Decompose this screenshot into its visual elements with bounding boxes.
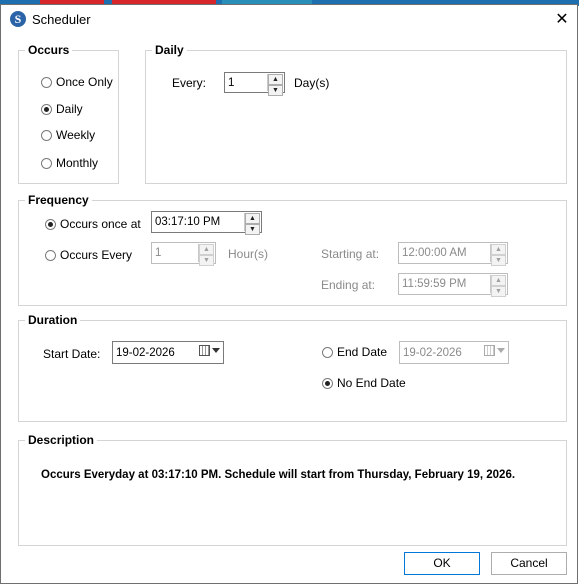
close-icon: ✕ [555,11,569,28]
occurs-every-value: 1 [155,247,162,259]
spin-down-icon[interactable]: ▼ [199,255,214,266]
calendar-icon[interactable] [199,345,210,356]
radio-daily[interactable]: Daily [41,102,83,116]
description-legend: Description [25,433,98,447]
calendar-icon[interactable] [484,345,495,356]
end-date-picker[interactable]: 19-02-2026 [399,341,509,364]
radio-label: Monthly [56,156,99,170]
chevron-down-icon[interactable] [212,348,220,353]
schedule-description: Occurs Everyday at 03:17:10 PM. Schedule… [41,469,516,481]
scheduler-dialog: S Scheduler ✕ Occurs Once Only Daily Wee… [0,4,578,584]
radio-occurs-once[interactable]: Occurs once at [45,217,141,231]
radio-label: Occurs once at [60,217,141,231]
daily-group: Daily Every: 1 ▲ ▼ Day(s) [145,43,567,184]
end-date-value: 19-02-2026 [403,346,462,359]
hours-unit-label: Hour(s) [228,247,269,261]
duration-group: Duration Start Date: 19-02-2026 End Date… [18,313,567,422]
starting-at-label: Starting at: [321,247,380,261]
radio-once-only[interactable]: Once Only [41,75,113,89]
radio-label: Occurs Every [60,248,133,262]
frequency-legend: Frequency [25,193,92,207]
radio-indicator [41,76,52,88]
radio-indicator [45,249,56,261]
app-logo-icon: S [10,11,26,27]
spin-up-icon[interactable]: ▲ [245,213,260,224]
ending-at-label: Ending at: [321,278,376,292]
window-title: Scheduler [32,12,91,27]
starting-time-value: 12:00:00 AM [402,247,467,259]
cancel-button[interactable]: Cancel [491,552,567,575]
spin-down-icon[interactable]: ▼ [245,224,260,235]
every-label: Every: [172,76,207,90]
spin-up-icon[interactable]: ▲ [491,244,506,255]
duration-legend: Duration [25,313,81,327]
days-unit-label: Day(s) [294,76,330,90]
ok-button[interactable]: OK [404,552,480,575]
spin-up-icon[interactable]: ▲ [268,74,283,85]
frequency-group: Frequency Occurs once at 03:17:10 PM ▲ ▼… [18,193,567,306]
occurs-group: Occurs Once Only Daily Weekly Monthly [18,43,119,184]
radio-monthly[interactable]: Monthly [41,156,98,170]
radio-occurs-every[interactable]: Occurs Every [45,248,132,262]
ending-time-picker[interactable]: 11:59:59 PM ▲ ▼ [398,273,508,297]
every-days-stepper[interactable]: 1 ▲ ▼ [224,72,285,96]
radio-no-end-date[interactable]: No End Date [322,376,406,390]
radio-indicator-selected [45,218,56,230]
radio-label: End Date [337,345,388,359]
radio-indicator [322,346,333,358]
start-date-label: Start Date: [43,347,101,361]
radio-end-date[interactable]: End Date [322,345,387,359]
chevron-down-icon[interactable] [497,348,505,353]
spin-down-icon[interactable]: ▼ [268,85,283,96]
radio-indicator [41,157,52,169]
once-time-picker[interactable]: 03:17:10 PM ▲ ▼ [151,211,262,235]
title-bar[interactable]: S Scheduler ✕ [1,5,577,35]
radio-weekly[interactable]: Weekly [41,128,95,142]
spin-up-icon[interactable]: ▲ [491,275,506,286]
spin-up-icon[interactable]: ▲ [199,244,214,255]
occurs-every-stepper[interactable]: 1 ▲ ▼ [151,242,216,266]
close-button[interactable]: ✕ [550,8,574,32]
occurs-legend: Occurs [25,43,73,57]
radio-label: Once Only [56,75,113,89]
starting-time-picker[interactable]: 12:00:00 AM ▲ ▼ [398,242,508,266]
every-days-value: 1 [228,76,235,89]
radio-indicator-selected [322,377,333,389]
spin-down-icon[interactable]: ▼ [491,255,506,266]
radio-label: Weekly [56,128,96,142]
ending-time-value: 11:59:59 PM [402,278,467,290]
radio-indicator [41,129,52,141]
start-date-value: 19-02-2026 [116,346,175,359]
radio-label: No End Date [337,376,406,390]
spin-down-icon[interactable]: ▼ [491,286,506,297]
description-group: Description Occurs Everyday at 03:17:10 … [18,433,567,546]
daily-legend: Daily [152,43,187,57]
radio-label: Daily [56,102,83,116]
radio-indicator-selected [41,103,52,115]
start-date-picker[interactable]: 19-02-2026 [112,341,224,364]
once-time-value: 03:17:10 PM [155,216,221,228]
